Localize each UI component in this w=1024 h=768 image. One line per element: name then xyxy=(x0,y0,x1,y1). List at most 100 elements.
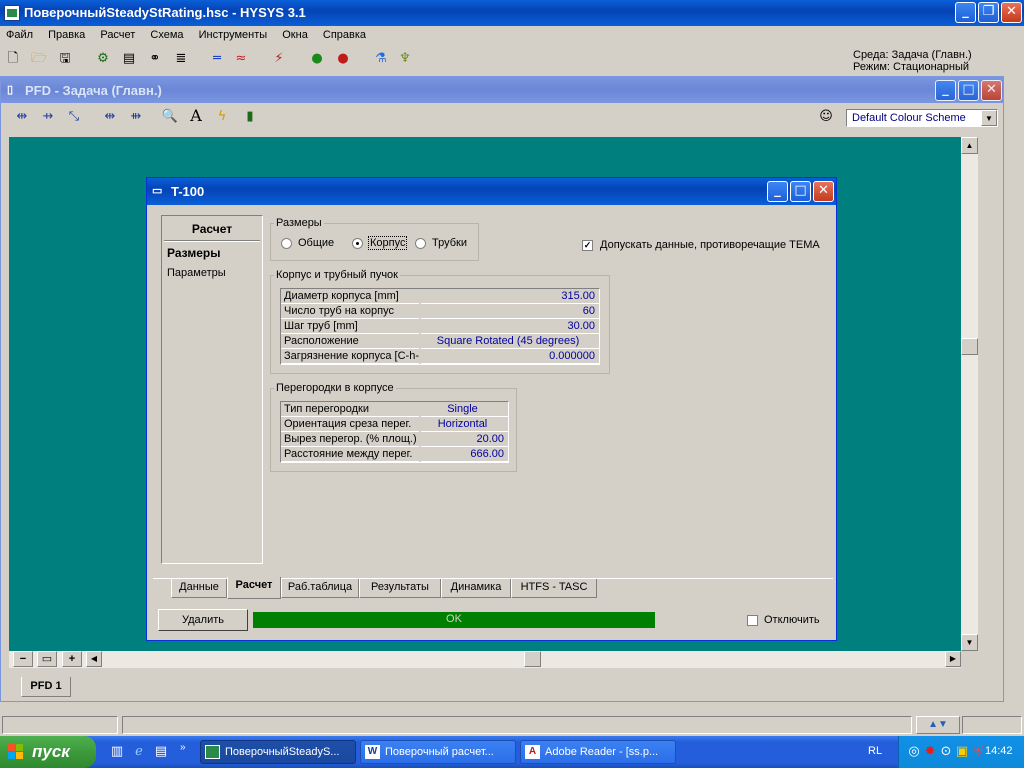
baffle-orientation-value[interactable]: Horizontal xyxy=(421,417,508,432)
pfd-attach-icon[interactable]: ⇻ xyxy=(127,108,145,126)
save-icon[interactable]: 🖫 xyxy=(56,50,74,68)
start-button[interactable]: пуск xyxy=(0,736,96,768)
pfd-horizontal-scrollbar[interactable]: − ▭ + ◀ ▶ xyxy=(9,651,961,668)
flask-icon[interactable]: ⚗ xyxy=(372,50,390,68)
tab-worksheet[interactable]: Раб.таблица xyxy=(281,579,359,598)
pfd-palette-icon[interactable]: ▮ xyxy=(241,108,259,126)
tab-calc[interactable]: Расчет xyxy=(227,577,281,599)
stream-energy-icon[interactable]: ≈ xyxy=(232,50,250,68)
menu-item-edit[interactable]: Правка xyxy=(48,29,85,41)
quicklaunch-app-icon[interactable]: ▥ xyxy=(108,743,126,761)
grid-row: Вырез перегор. (% площ.) 20.00 xyxy=(281,432,508,447)
hysys-task-icon xyxy=(205,745,220,759)
scroll-left-icon[interactable]: ◀ xyxy=(86,651,102,667)
pfd-maximize-button[interactable]: □ xyxy=(958,80,979,101)
dialog-maximize-button[interactable]: □ xyxy=(790,181,811,202)
tab-data[interactable]: Данные xyxy=(171,579,227,598)
pfd-vertical-scrollbar[interactable]: ▲ ▼ xyxy=(961,137,978,651)
shell-diameter-value[interactable]: 315.00 xyxy=(421,289,599,304)
nav-header: Расчет xyxy=(191,222,233,236)
baffle-spacing-value[interactable]: 666.00 xyxy=(421,447,508,462)
colour-scheme-select[interactable]: Default Colour Scheme ▼ xyxy=(846,109,998,127)
nav-item-sizes[interactable]: Размеры xyxy=(167,246,220,260)
zoom-in-icon[interactable]: + xyxy=(62,651,82,667)
app-title-bar[interactable]: ПоверочныйSteadyStRating.hsc - HYSYS 3.1… xyxy=(0,0,1024,26)
radio-general-circle[interactable] xyxy=(281,238,292,249)
stream-material-icon[interactable]: ═ xyxy=(208,50,226,68)
zoom-out-icon[interactable]: − xyxy=(13,651,33,667)
pfd-lightning-icon[interactable]: ϟ xyxy=(213,108,231,126)
status-arrows-icon[interactable]: ▲▼ xyxy=(916,716,960,734)
menu-item-scheme[interactable]: Схема xyxy=(150,29,183,41)
radio-tubes-circle[interactable] xyxy=(415,238,426,249)
language-indicator[interactable]: RL xyxy=(868,745,882,757)
restore-button[interactable]: ❐ xyxy=(978,2,999,23)
pfd-title-bar[interactable]: ▯ PFD - Задача (Главн.) _ □ ✕ xyxy=(1,77,1003,103)
hysys-app-icon xyxy=(4,5,20,21)
scroll-right-icon[interactable]: ▶ xyxy=(945,651,961,667)
taskbar-button-adobe[interactable]: A Adobe Reader - [ss.p... xyxy=(520,740,676,764)
colour-scheme-icon[interactable]: ☺ xyxy=(817,108,835,126)
grid-row: Расположение Square Rotated (45 degrees) xyxy=(281,334,599,349)
menu-item-calc[interactable]: Расчет xyxy=(100,29,135,41)
clock: 14:42 xyxy=(985,745,1013,757)
tab-results[interactable]: Результаты xyxy=(359,579,441,598)
pfd-magnify-icon[interactable]: 🔍 xyxy=(161,108,179,126)
taskbar-button-hysys[interactable]: ПоверочныйSteadyS... xyxy=(200,740,356,764)
dialog-minimize-button[interactable]: _ xyxy=(767,181,788,202)
menu-item-help[interactable]: Справка xyxy=(323,29,366,41)
taskbar-button-word[interactable]: W Поверочный расчет... xyxy=(360,740,516,764)
dialog-title-bar[interactable]: ▭ T-100 _ □ ✕ xyxy=(147,178,836,205)
pfd-close-button[interactable]: ✕ xyxy=(981,80,1002,101)
tube-count-value[interactable]: 60 xyxy=(421,304,599,319)
quicklaunch-doc-icon[interactable]: ▤ xyxy=(152,743,170,761)
minimize-button[interactable]: _ xyxy=(955,2,976,23)
nav-item-params[interactable]: Параметры xyxy=(167,267,226,279)
baffle-cut-value[interactable]: 20.00 xyxy=(421,432,508,447)
column-icon[interactable]: ≣ xyxy=(172,50,190,68)
scroll-up-icon[interactable]: ▲ xyxy=(961,137,978,154)
workbook-icon[interactable]: ▤ xyxy=(120,50,138,68)
scroll-down-icon[interactable]: ▼ xyxy=(961,634,978,651)
baffle-group-label: Перегородки в корпусе xyxy=(274,382,396,394)
disable-checkbox-box[interactable] xyxy=(747,615,758,626)
close-button[interactable]: ✕ xyxy=(1001,2,1022,23)
graph-icon[interactable]: ⚡ xyxy=(270,50,288,68)
pfd-minimize-button[interactable]: _ xyxy=(935,80,956,101)
baffle-type-value[interactable]: Single xyxy=(421,402,508,417)
menu-item-tools[interactable]: Инструменты xyxy=(199,29,268,41)
components-icon[interactable]: ⚙ xyxy=(94,50,112,68)
quicklaunch-more-icon[interactable]: » xyxy=(180,742,186,753)
pfd-zoom-all-icon[interactable]: ⇹ xyxy=(13,108,31,126)
oil-icon[interactable]: ♆ xyxy=(396,50,414,68)
main-toolbar: 🗋 🗁 🖫 ⚙ ▤ ⚭ ≣ ═ ≈ ⚡ ● ● ⚗ ♆ xyxy=(0,46,840,72)
h-scroll-thumb[interactable] xyxy=(524,651,541,667)
scroll-thumb[interactable] xyxy=(961,338,978,355)
pfd-text-icon[interactable]: A xyxy=(187,107,205,125)
pfd-zoom-in-icon[interactable]: ⇸ xyxy=(39,108,57,126)
tab-dynamics[interactable]: Динамика xyxy=(441,579,511,598)
tab-pfd-1[interactable]: PFD 1 xyxy=(21,677,71,697)
pfd-break-icon[interactable]: ⇹ xyxy=(101,108,119,126)
pfd-fit-icon[interactable]: ⤡ xyxy=(65,108,83,126)
chevron-down-icon[interactable]: ▼ xyxy=(981,110,997,126)
solver-hold-icon[interactable]: ● xyxy=(334,50,352,68)
menu-item-windows[interactable]: Окна xyxy=(282,29,308,41)
zoom-window-icon[interactable]: ▭ xyxy=(37,651,57,667)
shell-fouling-value[interactable]: 0.000000 xyxy=(421,349,599,364)
dialog-close-button[interactable]: ✕ xyxy=(813,181,834,202)
tube-pitch-value[interactable]: 30.00 xyxy=(421,319,599,334)
delete-button[interactable]: Удалить xyxy=(158,609,248,631)
pfd-title: PFD - Задача (Главн.) xyxy=(25,83,162,98)
radio-shell-circle[interactable] xyxy=(352,238,363,249)
open-folder-icon[interactable]: 🗁 xyxy=(30,50,48,68)
tab-htfs-tasc[interactable]: HTFS - TASC xyxy=(511,579,597,598)
menu-item-file[interactable]: Файл xyxy=(6,29,33,41)
solver-go-icon[interactable]: ● xyxy=(308,50,326,68)
tema-checkbox-box[interactable]: ✓ xyxy=(582,240,593,251)
binoculars-icon[interactable]: ⚭ xyxy=(146,50,164,68)
menu-bar: Файл Правка Расчет Схема Инструменты Окн… xyxy=(0,26,840,44)
tube-layout-value[interactable]: Square Rotated (45 degrees) xyxy=(421,334,599,349)
quicklaunch-ie-icon[interactable]: ℯ xyxy=(130,743,148,761)
new-file-icon[interactable]: 🗋 xyxy=(4,50,22,68)
